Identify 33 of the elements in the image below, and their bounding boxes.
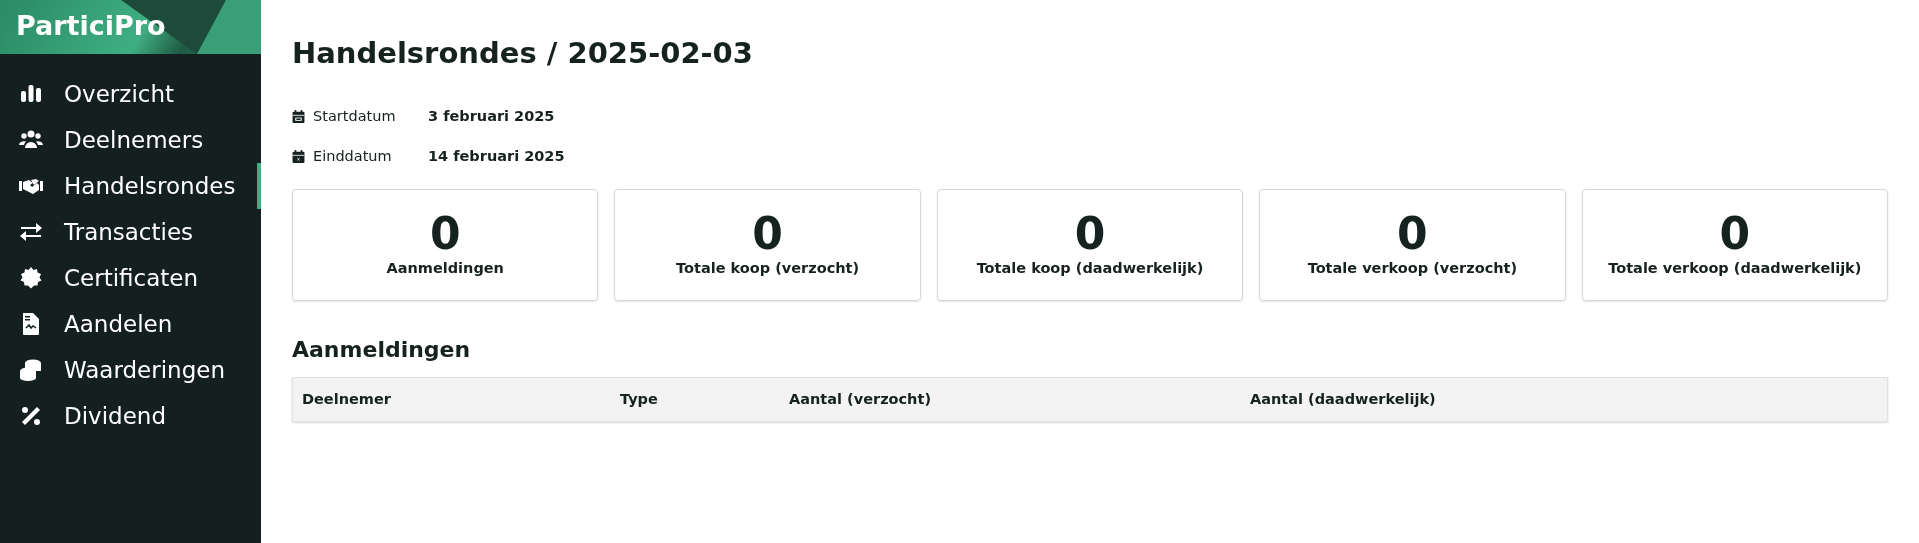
- stat-label: Totale koop (daadwerkelijk): [976, 259, 1204, 279]
- stat-label: Totale verkoop (verzocht): [1307, 259, 1518, 279]
- logo-text: ParticiPro: [16, 10, 166, 41]
- stat-value: 0: [1074, 209, 1106, 259]
- nav-item[interactable]: Waarderingen: [0, 347, 261, 393]
- stat-value: 0: [1719, 209, 1751, 259]
- stat-value: 0: [752, 209, 783, 259]
- nav-item[interactable]: Deelnemers: [0, 117, 261, 163]
- calendar-x-icon: [292, 149, 305, 165]
- calendar-icon: [292, 109, 305, 125]
- nav-item[interactable]: Aandelen: [0, 301, 261, 347]
- date-label: Einddatum: [313, 146, 393, 166]
- column-header: Deelnemer: [301, 389, 392, 409]
- column-header: Aantal (daadwerkelijk): [1249, 389, 1437, 409]
- column-header: Type: [619, 389, 659, 409]
- nav-item[interactable]: Dividend: [0, 393, 261, 439]
- date-value: 3 februari 2025: [428, 106, 555, 126]
- certificate-seal-icon: [18, 266, 44, 290]
- date-value: 14 februari 2025: [428, 146, 565, 166]
- nav-item[interactable]: Certificaten: [0, 255, 261, 301]
- section-title: Aanmeldingen: [292, 336, 472, 364]
- stat-label: Totale koop (verzocht): [676, 259, 860, 279]
- nav-item[interactable]: Handelsrondes: [0, 163, 261, 209]
- page-title: Handelsrondes / 2025-02-03: [292, 36, 754, 71]
- nav-item[interactable]: Transacties: [0, 209, 261, 255]
- nav-item[interactable]: Overzicht: [0, 71, 261, 117]
- stat-label: Totale verkoop (daadwerkelijk): [1608, 259, 1862, 279]
- column-header: Aantal (verzocht): [788, 389, 932, 409]
- exchange-arrows-icon: [18, 220, 44, 244]
- stat-value: 0: [429, 209, 461, 259]
- stat-value: 0: [1397, 209, 1428, 259]
- stat-label: Aanmeldingen: [386, 259, 504, 279]
- date-label: Startdatum: [313, 106, 397, 126]
